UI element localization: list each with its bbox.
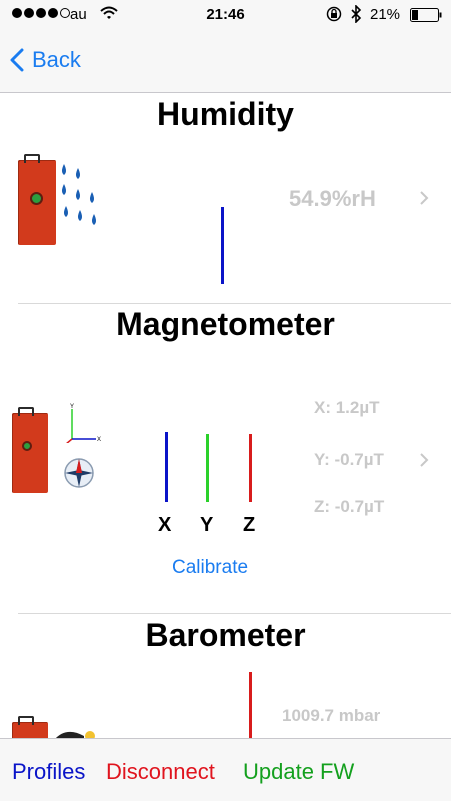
chevron-right-icon[interactable] <box>419 452 429 468</box>
back-label: Back <box>32 47 81 72</box>
disconnect-button[interactable]: Disconnect <box>106 759 215 785</box>
update-fw-button[interactable]: Update FW <box>243 759 354 785</box>
humidity-title: Humidity <box>157 96 294 132</box>
back-button[interactable]: Back <box>10 42 81 78</box>
barometer-title: Barometer <box>145 617 306 653</box>
magnetometer-x-value: X: 1.2µT <box>314 398 380 417</box>
bottom-toolbar: Profiles Disconnect Update FW <box>0 738 451 801</box>
compass-icon <box>64 458 94 488</box>
svg-text:X: X <box>97 437 101 443</box>
water-drops-icon <box>62 164 96 225</box>
magnetometer-y-bar <box>206 434 209 502</box>
barometer-level-bar <box>249 672 252 742</box>
chevron-right-icon[interactable] <box>419 190 429 206</box>
axis-label-z: Z <box>243 514 256 536</box>
section-divider <box>18 303 451 304</box>
axis-label-x: X <box>158 514 172 536</box>
magnetometer-x-bar <box>165 432 168 502</box>
sensortag-device-icon <box>18 154 56 245</box>
chevron-left-icon <box>10 48 24 72</box>
magnetometer-title: Magnetometer <box>116 306 335 342</box>
axes-icon: Y X <box>66 404 101 443</box>
calibrate-button[interactable]: Calibrate <box>172 557 248 579</box>
humidity-level-bar <box>221 207 224 284</box>
sensortag-device-icon <box>12 407 48 493</box>
humidity-value: 54.9%rH <box>289 186 376 211</box>
rotation-lock-icon <box>326 6 342 22</box>
section-divider <box>18 613 451 614</box>
magnetometer-y-value: Y: -0.7µT <box>314 450 384 469</box>
profiles-button[interactable]: Profiles <box>12 759 85 785</box>
barometer-value: 1009.7 mbar <box>282 706 381 725</box>
battery-icon <box>410 8 442 22</box>
battery-percent: 21% <box>370 6 401 23</box>
axis-label-y: Y <box>200 514 214 536</box>
magnetometer-z-value: Z: -0.7µT <box>314 497 385 516</box>
svg-text:Y: Y <box>70 404 74 410</box>
status-bar: au 21:46 21% <box>0 0 451 30</box>
magnetometer-z-bar <box>249 434 252 502</box>
bluetooth-icon <box>351 5 362 23</box>
navigation-bar: Back <box>0 30 451 93</box>
